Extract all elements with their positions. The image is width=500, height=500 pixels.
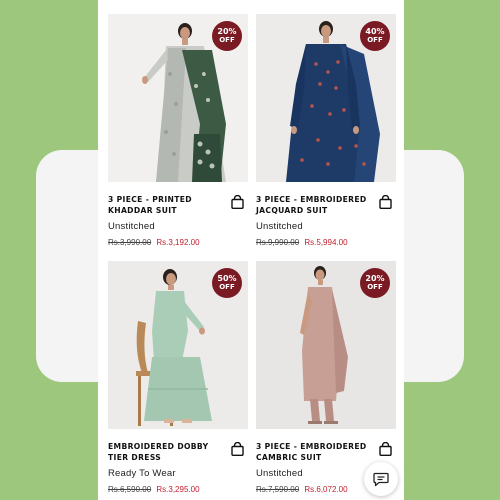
price-row: Rs.6,590.00 Rs.3,295.00 [108, 485, 248, 494]
original-price: Rs.9,990.00 [256, 238, 300, 247]
product-image[interactable]: 40% OFF [256, 14, 396, 182]
chat-button[interactable] [364, 462, 398, 496]
sale-price: Rs.5,994.00 [304, 238, 348, 247]
product-image[interactable]: 20% OFF [256, 261, 396, 429]
product-title[interactable]: 3 PIECE - EMBROIDERED CAMBRIC SUIT [256, 441, 374, 463]
product-category: Ready To Wear [108, 468, 176, 479]
original-price: Rs.6,590.00 [108, 485, 152, 494]
product-card-embroidered-cambric-suit[interactable]: 20% OFF 3 PIECE - EMBROIDERED CAMBRIC SU… [256, 261, 396, 494]
shopping-bag-icon[interactable] [231, 442, 244, 456]
product-image[interactable]: 50% OFF [108, 261, 248, 429]
sale-price: Rs.3,192.00 [156, 238, 200, 247]
product-title[interactable]: EMBROIDERED DOBBY TIER DRESS [108, 441, 226, 463]
chat-icon [373, 472, 389, 486]
product-grid-screen: 20% OFF 3 PIECE - PRINTED KHADDAR SUIT U… [98, 0, 404, 500]
product-category: Unstitched [108, 221, 155, 232]
price-row: Rs.9,990.00 Rs.5,994.00 [256, 238, 396, 247]
product-card-embroidered-jacquard-suit[interactable]: 40% OFF 3 PIECE - EMBROIDERED JACQUARD S… [256, 14, 396, 247]
sale-price: Rs.6,072.00 [304, 485, 348, 494]
original-price: Rs.3,990.00 [108, 238, 152, 247]
sale-price: Rs.3,295.00 [156, 485, 200, 494]
shopping-bag-icon[interactable] [379, 195, 392, 209]
shopping-bag-icon[interactable] [379, 442, 392, 456]
original-price: Rs.7,590.00 [256, 485, 300, 494]
product-card-embroidered-dobby-tier-dress[interactable]: 50% OFF EMBROIDERED DOBBY TIER DRESS Rea… [108, 261, 248, 494]
discount-badge: 20% OFF [360, 268, 390, 298]
product-title[interactable]: 3 PIECE - PRINTED KHADDAR SUIT [108, 194, 226, 216]
discount-badge: 50% OFF [212, 268, 242, 298]
product-category: Unstitched [256, 221, 303, 232]
product-image[interactable]: 20% OFF [108, 14, 248, 182]
product-title[interactable]: 3 PIECE - EMBROIDERED JACQUARD SUIT [256, 194, 374, 216]
price-row: Rs.3,990.00 Rs.3,192.00 [108, 238, 248, 247]
shopping-bag-icon[interactable] [231, 195, 244, 209]
product-card-printed-khaddar-suit[interactable]: 20% OFF 3 PIECE - PRINTED KHADDAR SUIT U… [108, 14, 248, 247]
discount-badge: 20% OFF [212, 21, 242, 51]
discount-badge: 40% OFF [360, 21, 390, 51]
